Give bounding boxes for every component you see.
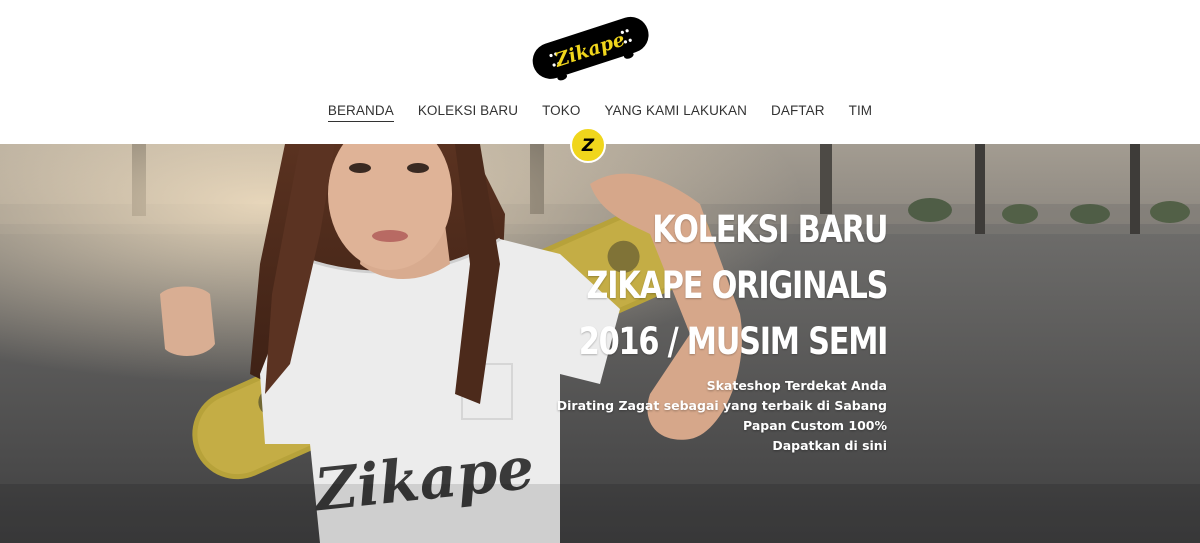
main-nav: BERANDA KOLEKSI BARU TOKO YANG KAMI LAKU… [0, 102, 1200, 122]
hero-text-block: KOLEKSI BARU ZIKAPE ORIGINALS 2016 / MUS… [511, 208, 888, 456]
nav-item-yang-kami-lakukan[interactable]: YANG KAMI LAKUKAN [604, 102, 747, 122]
site-header: Zikape BERANDA KOLEKSI BARU TOKO YANG KA… [0, 0, 1200, 144]
hero-line-2: Dirating Zagat sebagai yang terbaik di S… [556, 398, 887, 413]
hero-cta-link[interactable]: Dapatkan di sini [511, 436, 887, 456]
z-badge-icon: Z [570, 127, 606, 163]
nav-item-toko[interactable]: TOKO [542, 102, 580, 122]
hero-line-3: Papan Custom 100% [743, 418, 887, 433]
hero-headline-3: 2016 / MUSIM SEMI [578, 320, 888, 363]
nav-item-beranda[interactable]: BERANDA [327, 102, 394, 122]
hero-headline-1: KOLEKSI BARU [651, 208, 888, 251]
nav-item-daftar[interactable]: DAFTAR [771, 102, 825, 122]
hero-banner: Zikape KOLEKSI BARU ZIKAPE ORIGINALS 201… [0, 144, 1200, 543]
nav-item-tim[interactable]: TIM [849, 102, 873, 122]
hero-line-1: Skateshop Terdekat Anda [706, 378, 887, 393]
zikape-logo[interactable]: Zikape [524, 4, 656, 88]
nav-item-koleksi-baru[interactable]: KOLEKSI BARU [418, 102, 518, 122]
badge-letter: Z [581, 136, 595, 155]
hero-headline-2: ZIKAPE ORIGINALS [586, 264, 888, 307]
